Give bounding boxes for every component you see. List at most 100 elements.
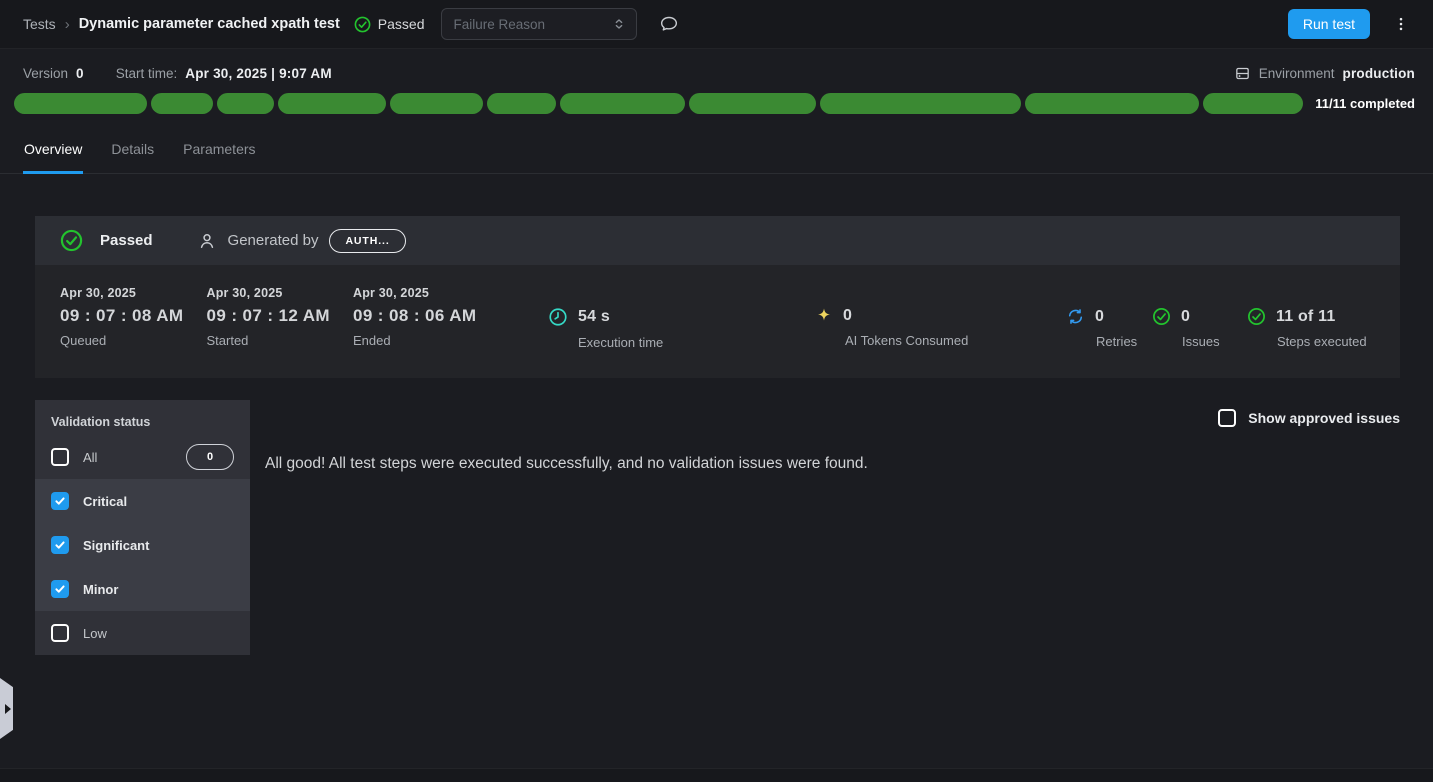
progress-segment — [217, 93, 273, 114]
timestamp-ended: Apr 30, 2025 09 : 08 : 06 AM Ended — [353, 286, 476, 348]
started-time: 09 : 07 : 12 AM — [206, 306, 329, 326]
failure-reason-placeholder: Failure Reason — [454, 17, 546, 32]
all-count-badge: 0 — [186, 444, 234, 470]
steps-executed-value: 11 of 11 — [1276, 308, 1335, 326]
progress-segment — [1203, 93, 1303, 114]
ai-tokens-label: AI Tokens Consumed — [845, 333, 968, 348]
check-circle-icon — [354, 16, 371, 33]
breadcrumb-tests-link[interactable]: Tests — [23, 16, 56, 32]
progress-segment — [278, 93, 386, 114]
test-status-badge: Passed — [354, 16, 425, 33]
top-bar: Tests › Dynamic parameter cached xpath t… — [0, 0, 1433, 49]
select-chevrons-icon — [612, 17, 626, 31]
environment-value: production — [1343, 66, 1416, 81]
check-circle-icon — [1247, 307, 1266, 326]
run-summary-header: Passed Generated by AUTH... — [35, 216, 1400, 265]
steps-executed-label: Steps executed — [1277, 334, 1367, 349]
start-time-label: Start time: — [116, 66, 178, 81]
show-approved-checkbox[interactable] — [1218, 409, 1236, 427]
timestamp-queued: Apr 30, 2025 09 : 07 : 08 AM Queued — [60, 286, 183, 348]
progress-segment — [390, 93, 483, 114]
sparkle-icon — [815, 307, 833, 325]
metric-issues: 0 Issues — [1152, 307, 1220, 349]
progress-bar — [14, 93, 1303, 114]
failure-reason-select[interactable]: Failure Reason — [441, 8, 637, 40]
filter-row-all[interactable]: All 0 — [35, 435, 250, 479]
environment-drive-icon — [1234, 65, 1251, 82]
filter-row-significant[interactable]: Significant — [35, 523, 250, 567]
issues-section: Validation status All 0 Critical Signifi… — [0, 400, 1433, 655]
generated-by-label: Generated by — [228, 232, 319, 249]
tab-parameters[interactable]: Parameters — [182, 135, 256, 174]
filter-row-minor[interactable]: Minor — [35, 567, 250, 611]
generated-by-user-pill[interactable]: AUTH... — [329, 229, 405, 253]
issues-content: Show approved issues All good! All test … — [250, 400, 1433, 473]
all-good-message: All good! All test steps were executed s… — [265, 455, 1400, 473]
progress-row: 11/11 completed — [0, 93, 1433, 114]
significant-checkbox[interactable] — [51, 536, 69, 554]
progress-segment — [820, 93, 1021, 114]
person-icon — [197, 231, 217, 251]
environment-label: Environment — [1259, 66, 1335, 81]
progress-completed-text: 11/11 completed — [1315, 96, 1415, 111]
tab-details[interactable]: Details — [110, 135, 155, 174]
execution-time-value: 54 s — [578, 308, 610, 326]
progress-segment — [14, 93, 147, 114]
filter-row-low[interactable]: Low — [35, 611, 250, 655]
meta-row: Version 0 Start time: Apr 30, 2025 | 9:0… — [0, 62, 1433, 84]
started-label: Started — [206, 333, 329, 348]
all-checkbox[interactable] — [51, 448, 69, 466]
retries-label: Retries — [1096, 334, 1137, 349]
execution-time-label: Execution time — [578, 335, 663, 350]
issues-label: Issues — [1182, 334, 1220, 349]
minor-checkbox[interactable] — [51, 580, 69, 598]
show-approved-label: Show approved issues — [1248, 410, 1400, 426]
tab-overview[interactable]: Overview — [23, 135, 83, 174]
kebab-menu-icon[interactable] — [1389, 12, 1413, 36]
run-test-button[interactable]: Run test — [1288, 9, 1370, 39]
progress-segment — [487, 93, 556, 114]
version-value: 0 — [76, 66, 84, 81]
version-label: Version — [23, 66, 68, 81]
sidebar-expand-handle[interactable] — [0, 678, 13, 739]
chevron-right-icon — [5, 704, 11, 714]
comment-bubble-icon[interactable] — [659, 14, 679, 34]
significant-label: Significant — [83, 538, 149, 553]
queued-label: Queued — [60, 333, 183, 348]
refresh-icon — [1066, 307, 1085, 326]
timestamp-started: Apr 30, 2025 09 : 07 : 12 AM Started — [206, 286, 329, 348]
card-status-text: Passed — [100, 232, 153, 249]
ended-date: Apr 30, 2025 — [353, 286, 476, 300]
filter-row-critical[interactable]: Critical — [35, 479, 250, 523]
start-time-value: Apr 30, 2025 | 9:07 AM — [185, 66, 332, 81]
critical-label: Critical — [83, 494, 127, 509]
ended-time: 09 : 08 : 06 AM — [353, 306, 476, 326]
progress-segment — [689, 93, 816, 114]
progress-segment — [560, 93, 685, 114]
started-date: Apr 30, 2025 — [206, 286, 329, 300]
check-circle-icon — [1152, 307, 1171, 326]
breadcrumb-chevron-icon: › — [65, 16, 70, 33]
low-checkbox[interactable] — [51, 624, 69, 642]
metric-steps-executed: 11 of 11 Steps executed — [1247, 307, 1367, 349]
issues-value: 0 — [1181, 308, 1190, 326]
retries-value: 0 — [1095, 308, 1104, 326]
queued-date: Apr 30, 2025 — [60, 286, 183, 300]
ended-label: Ended — [353, 333, 476, 348]
critical-checkbox[interactable] — [51, 492, 69, 510]
all-label: All — [83, 450, 97, 465]
tab-bar: Overview Details Parameters — [0, 135, 1433, 174]
bottom-bar — [0, 768, 1433, 782]
validation-status-title: Validation status — [35, 400, 250, 435]
clock-icon — [548, 307, 568, 327]
metric-execution-time: 54 s Execution time — [548, 307, 663, 350]
validation-status-panel: Validation status All 0 Critical Signifi… — [35, 400, 250, 655]
check-circle-icon — [60, 229, 83, 252]
low-label: Low — [83, 626, 107, 641]
show-approved-issues-toggle[interactable]: Show approved issues — [265, 409, 1400, 427]
status-text: Passed — [378, 16, 425, 32]
ai-tokens-value: 0 — [843, 307, 852, 325]
run-summary-body: Apr 30, 2025 09 : 07 : 08 AM Queued Apr … — [35, 265, 1400, 378]
metric-ai-tokens: 0 AI Tokens Consumed — [815, 307, 968, 348]
progress-segment — [1025, 93, 1199, 114]
